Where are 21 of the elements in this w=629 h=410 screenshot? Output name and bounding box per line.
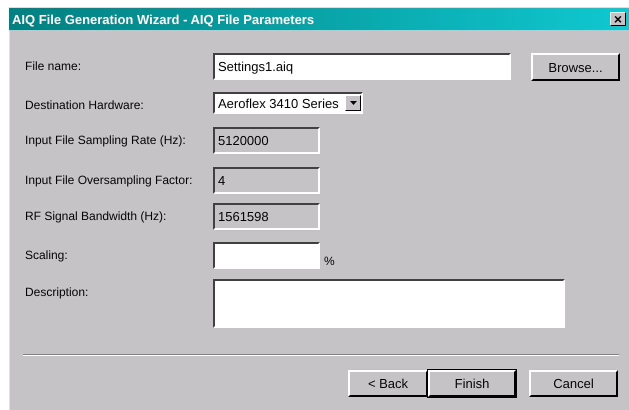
file-name-field[interactable]: Settings1.aiq [213,53,511,80]
browse-button[interactable]: Browse... [531,53,620,81]
field-label: Description: [25,284,90,301]
readonly-field: 4 [213,167,320,194]
cancel-button[interactable]: Cancel [529,370,618,397]
percent-sign: % [324,253,335,268]
description-field[interactable] [213,279,565,328]
field-label: RF Signal Bandwidth (Hz): [25,208,168,225]
readonly-field: 5120000 [213,127,320,154]
field-label: Input File Oversampling Factor: [25,172,194,189]
close-button[interactable]: × [610,12,626,26]
scaling-field[interactable] [213,242,320,269]
back-button[interactable]: < Back [348,370,428,397]
window-title: AIQ File Generation Wizard - AIQ File Parameters [12,12,314,26]
field-label: Destination Hardware: [25,97,145,114]
field-label: File name: [25,58,82,75]
readonly-field: 1561598 [213,203,320,230]
field-label: Scaling: [25,247,69,264]
hardware-dropdown[interactable]: Aeroflex 3410 Series [213,92,363,114]
finish-button[interactable]: Finish [428,370,516,397]
field-label: Input File Sampling Rate (Hz): [25,132,187,149]
